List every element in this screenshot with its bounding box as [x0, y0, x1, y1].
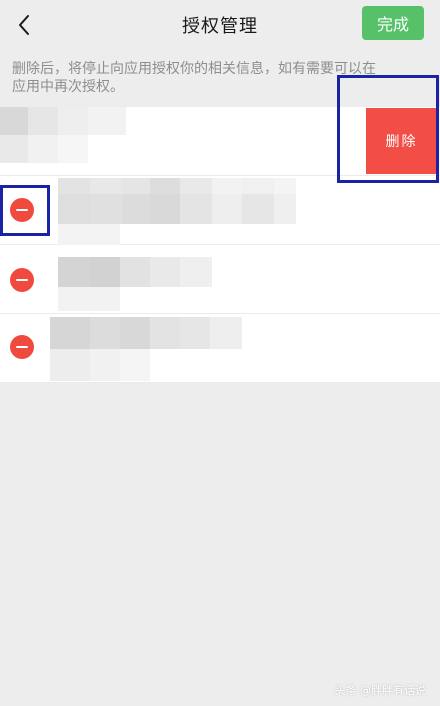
- watermark: 头条 @胖胖有话说: [334, 684, 427, 697]
- list-item[interactable]: [0, 245, 440, 314]
- list-item[interactable]: [0, 176, 440, 246]
- minus-circle-icon[interactable]: [10, 268, 34, 292]
- done-button[interactable]: 完成: [362, 6, 424, 40]
- highlight-delete-box: [337, 75, 439, 183]
- navigation-bar: 授权管理 完成: [0, 0, 440, 50]
- list-item[interactable]: [0, 314, 440, 383]
- highlight-minus-box: [0, 185, 50, 236]
- minus-circle-icon[interactable]: [10, 335, 34, 359]
